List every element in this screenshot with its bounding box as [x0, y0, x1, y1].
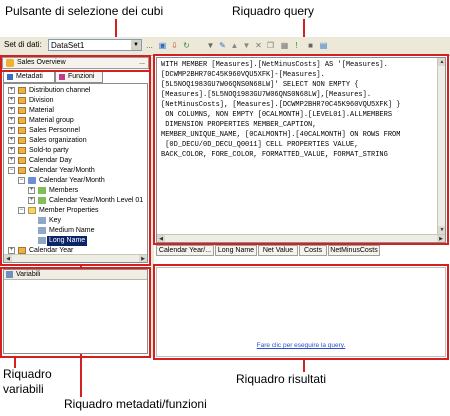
edit-dataset-icon[interactable]: ▣: [157, 40, 168, 51]
import-icon[interactable]: ⇩: [169, 40, 180, 51]
callout-results-pane: Riquadro risultati: [236, 372, 327, 386]
callout-metadata-pane: Riquadro metadati/funzioni: [64, 397, 207, 411]
highlight-query-pane: [153, 54, 449, 245]
dataset-value: DataSet1: [51, 41, 85, 50]
column-header[interactable]: Calendar Year/...: [156, 245, 214, 256]
connector-results-pane: [303, 360, 305, 372]
highlight-metadata-pane: [0, 70, 151, 266]
cancel-query-icon[interactable]: ■: [305, 40, 316, 51]
highlight-variables-pane: [0, 267, 151, 358]
dataset-browse-button[interactable]: ...: [144, 40, 155, 51]
copy-icon[interactable]: ❐: [265, 40, 276, 51]
delete-icon[interactable]: ✕: [253, 40, 264, 51]
run-icon[interactable]: !: [291, 40, 302, 51]
connector-variables-pane: [14, 358, 16, 368]
dataset-label: Set di dati:: [4, 40, 42, 49]
connector-cube-selector: [115, 19, 117, 39]
callout-cube-selector: Pulsante di selezione dei cubi: [5, 4, 164, 18]
dimension-grid-icon[interactable]: ▤: [318, 40, 329, 51]
result-column-headers: Calendar Year/... Long Name Net Value Co…: [156, 245, 446, 257]
refresh-icon[interactable]: ↻: [181, 40, 192, 51]
calculated-member-icon[interactable]: ✎: [217, 40, 228, 51]
column-header[interactable]: Long Name: [215, 245, 257, 256]
column-header[interactable]: Net Value: [258, 245, 298, 256]
callout-variables-pane-text: Riquadro variabili: [3, 367, 52, 396]
callout-variables-pane: Riquadro variabili: [3, 367, 52, 397]
dataset-combo[interactable]: DataSet1 ▼: [48, 39, 142, 51]
chevron-down-icon[interactable]: ▼: [131, 40, 141, 50]
highlight-results-pane: [153, 264, 449, 360]
column-header[interactable]: Costs: [299, 245, 327, 256]
move-up-icon[interactable]: ▲: [229, 40, 240, 51]
move-down-icon[interactable]: ▼: [241, 40, 252, 51]
filter-icon[interactable]: ▼: [205, 40, 216, 51]
callout-query-pane: Riquadro query: [232, 4, 315, 18]
column-header[interactable]: NetMinusCosts: [328, 245, 380, 256]
design-mode-icon[interactable]: ▦: [279, 40, 290, 51]
